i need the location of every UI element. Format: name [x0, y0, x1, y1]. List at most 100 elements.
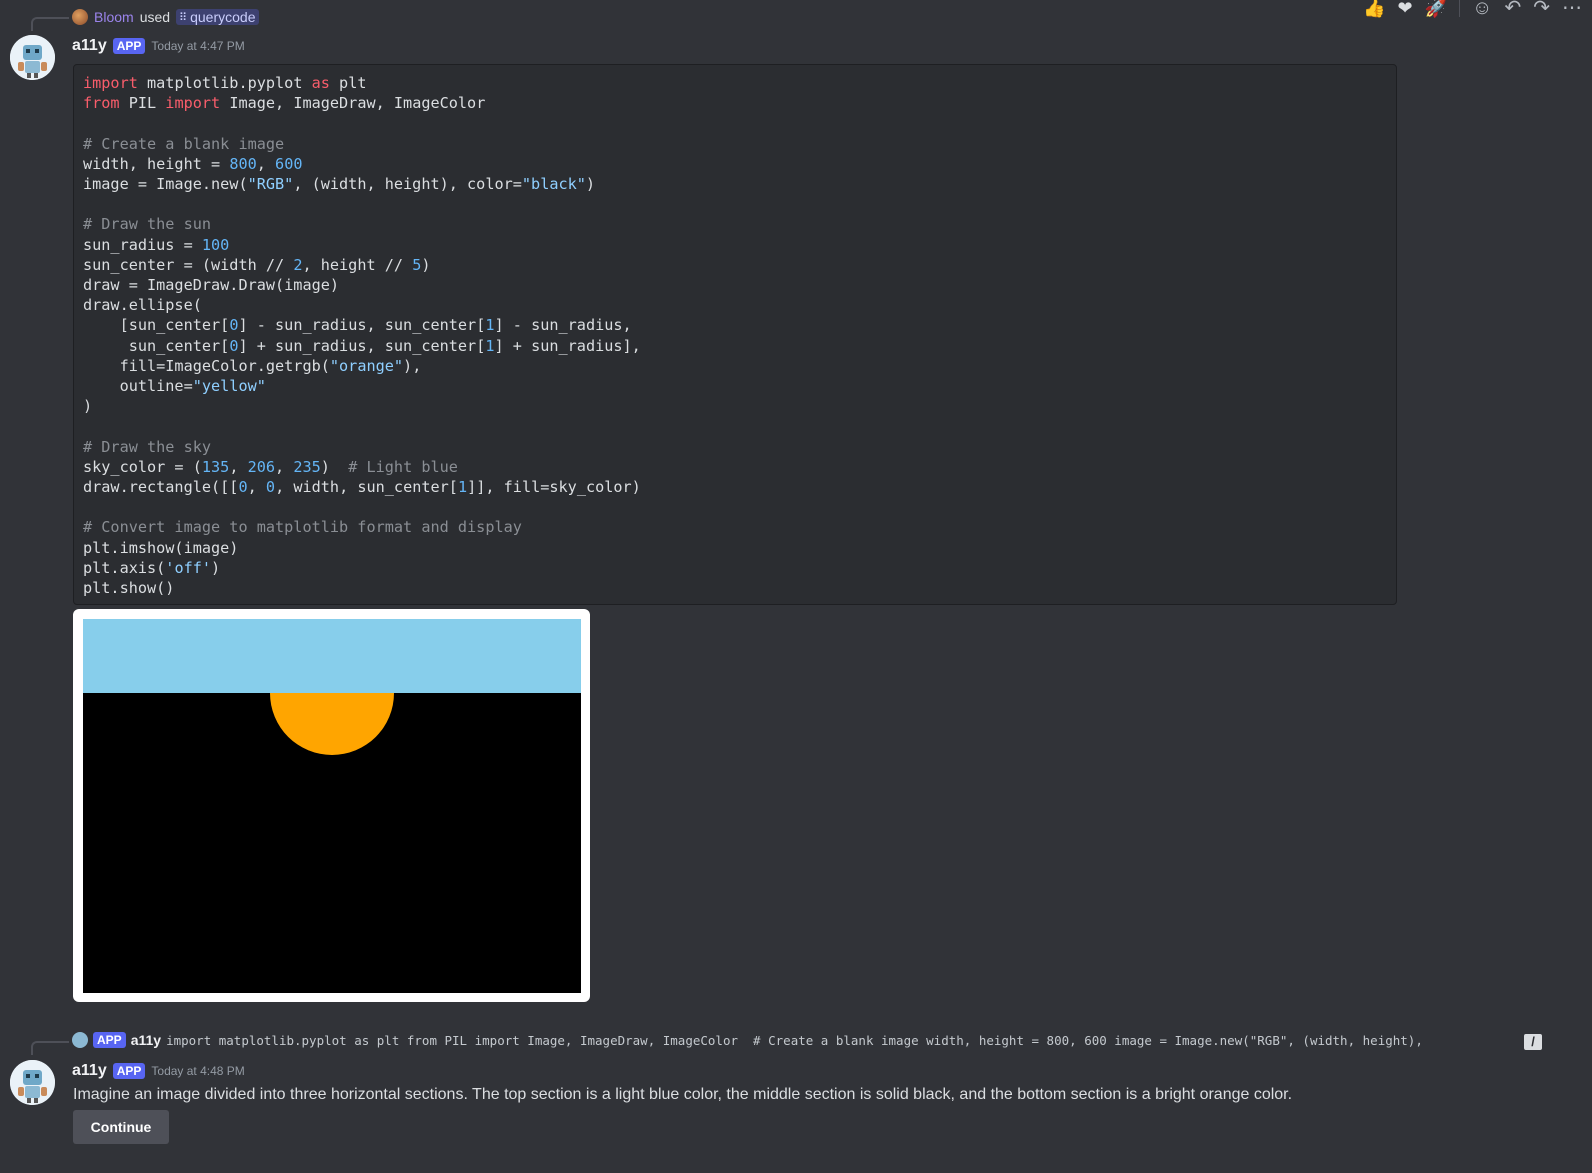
code-token: ): [585, 175, 596, 194]
code-token: ,: [275, 457, 294, 476]
reply-username[interactable]: a11y: [131, 1032, 161, 1048]
more-icon[interactable]: ⋯: [1562, 0, 1582, 18]
code-token: Image, ImageDraw, ImageColor: [220, 94, 486, 113]
command-chip[interactable]: ⠿ querycode: [176, 9, 259, 25]
bloom-avatar: [72, 9, 88, 25]
code-token: # Convert image to matplotlib format and…: [83, 518, 522, 537]
code-token: "orange": [329, 356, 404, 375]
add-reaction-icon[interactable]: ☺: [1472, 0, 1492, 18]
code-token: , width, sun_center[: [275, 478, 458, 497]
code-token: ,: [247, 478, 266, 497]
code-token: # Light blue: [348, 457, 458, 476]
code-token: ,: [229, 457, 248, 476]
code-token: import: [165, 94, 221, 113]
thumbs-up-icon[interactable]: 👍: [1363, 0, 1385, 17]
avatar[interactable]: [10, 35, 55, 80]
username[interactable]: a11y: [72, 37, 107, 55]
forward-icon[interactable]: ↷: [1533, 0, 1550, 18]
code-token: 1: [457, 478, 468, 497]
code-token: sun_center[: [83, 336, 230, 355]
code-token: draw = ImageDraw.Draw(image): [83, 276, 340, 295]
code-token: "black": [521, 175, 586, 194]
code-token: plt.axis(: [83, 558, 166, 577]
command-icon: /: [1524, 1034, 1542, 1050]
code-token: outline=: [83, 377, 193, 396]
rocket-icon[interactable]: 🚀: [1425, 0, 1447, 17]
code-token: 206: [247, 457, 276, 476]
code-token: ] + sun_radius, sun_center[: [238, 336, 486, 355]
code-token: 1: [485, 316, 495, 335]
code-token: sun_radius =: [83, 235, 202, 254]
reply-avatar: [72, 1032, 88, 1048]
avatar[interactable]: [10, 1060, 55, 1105]
reply-icon[interactable]: ↶: [1504, 0, 1521, 18]
code-token: 135: [201, 457, 230, 476]
code-token: 100: [201, 235, 230, 254]
code-token: plt.show(): [83, 579, 175, 598]
username[interactable]: a11y: [72, 1062, 107, 1080]
code-token: , (width, height), color=: [293, 175, 522, 194]
message-text: Imagine an image divided into three hori…: [73, 1086, 1293, 1103]
code-token: 600: [275, 154, 303, 173]
reply-action-text: used: [139, 9, 171, 25]
code-block: import matplotlib.pyplot as plt from PIL…: [73, 64, 1397, 605]
code-token: 235: [293, 457, 321, 476]
code-token: matplotlib.pyplot: [137, 74, 312, 92]
code-content: import matplotlib.pyplot as plt from PIL…: [83, 73, 1387, 598]
code-token: plt.imshow(image): [83, 538, 239, 557]
code-token: import: [83, 74, 138, 92]
code-token: , height //: [302, 255, 413, 274]
reply-connector: [31, 17, 69, 31]
toolbar-divider: [1459, 0, 1461, 17]
code-token: 0: [265, 478, 276, 497]
message-toolbar: 👍 ❤ 🚀 ☺ ↶ ↷ ⋯: [1363, 0, 1582, 18]
code-token: from: [83, 94, 120, 113]
code-token: ): [83, 397, 93, 416]
app-badge: APP: [112, 1063, 146, 1079]
code-token: sun_center = (width //: [83, 255, 294, 274]
code-token: width, height =: [83, 154, 230, 173]
code-token: ]], fill=sky_color): [467, 478, 641, 497]
code-token: # Draw the sky: [83, 437, 212, 456]
timestamp[interactable]: Today at 4:48 PM: [151, 1064, 244, 1078]
code-token: 5: [412, 255, 422, 274]
slash-command-icon: ⠿: [179, 11, 188, 24]
code-token: 'off': [165, 558, 212, 577]
app-badge: APP: [93, 1032, 126, 1048]
code-token: 0: [238, 478, 248, 497]
code-token: ] - sun_radius,: [494, 316, 632, 335]
code-token: draw.ellipse(: [83, 296, 202, 315]
reply-snippet[interactable]: import matplotlib.pyplot as plt from PIL…: [166, 1033, 1423, 1048]
code-token: PIL: [119, 94, 166, 113]
code-token: # Draw the sun: [83, 215, 212, 234]
code-token: image = Image.new(: [83, 175, 248, 194]
reply-preview[interactable]: APP a11y import matplotlib.pyplot as plt…: [72, 1032, 1542, 1048]
code-token: plt: [329, 74, 367, 92]
code-token: ): [211, 558, 221, 577]
code-token: sky_color = (: [83, 457, 202, 476]
code-token: ] + sun_radius],: [494, 336, 641, 355]
continue-button[interactable]: Continue: [73, 1110, 169, 1144]
code-token: draw.rectangle([[: [83, 478, 239, 497]
code-token: ] - sun_radius, sun_center[: [238, 316, 486, 335]
code-token: ),: [403, 356, 422, 375]
command-reply-context[interactable]: Bloom used ⠿ querycode: [72, 9, 259, 25]
message-header: a11y APP Today at 4:48 PM: [72, 1062, 245, 1080]
image-attachment[interactable]: [73, 609, 590, 1002]
code-token: as: [311, 74, 330, 92]
command-name: querycode: [190, 9, 256, 25]
code-token: "yellow": [192, 377, 266, 396]
image-sky: [83, 619, 581, 693]
code-token: [sun_center[: [83, 316, 230, 335]
code-token: "RGB": [247, 175, 294, 194]
timestamp[interactable]: Today at 4:47 PM: [151, 39, 244, 53]
code-token: # Create a blank image: [83, 134, 285, 153]
code-token: fill=ImageColor.getrgb(: [83, 356, 330, 375]
app-badge: APP: [112, 38, 146, 54]
generated-image: [83, 619, 581, 993]
reply-username[interactable]: Bloom: [94, 9, 134, 25]
code-token: ,: [256, 154, 276, 173]
code-token: 800: [229, 154, 257, 173]
message-header: a11y APP Today at 4:47 PM: [72, 37, 245, 55]
heart-icon[interactable]: ❤: [1398, 0, 1413, 17]
